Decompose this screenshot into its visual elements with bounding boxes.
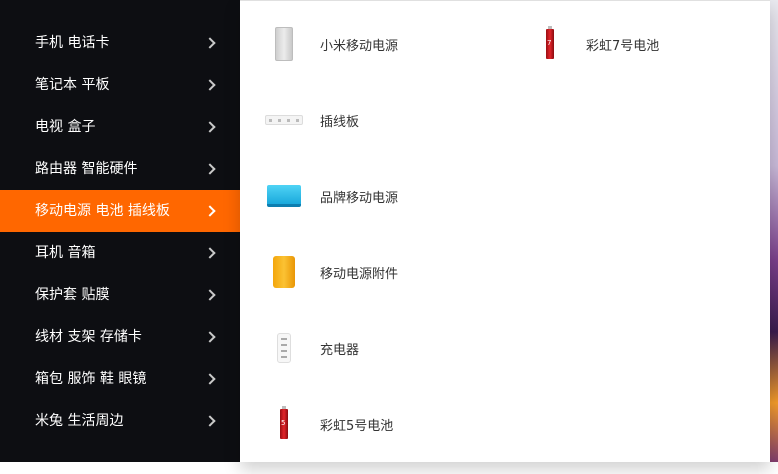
product-label: 移动电源附件 [320, 266, 399, 282]
category-label: 米兔 生活周边 [35, 413, 124, 429]
product-label: 小米移动电源 [320, 38, 399, 54]
battery-badge: 5 [281, 419, 286, 427]
page-background [770, 0, 778, 474]
category-label: 笔记本 平板 [35, 77, 110, 93]
category-item-routers[interactable]: 路由器 智能硬件 [0, 148, 240, 190]
category-label: 线材 支架 存储卡 [35, 329, 142, 345]
battery-red-5-icon: 5 [264, 404, 304, 444]
category-item-cables[interactable]: 线材 支架 存储卡 [0, 316, 240, 358]
product-link-brand-power-bank[interactable]: 品牌移动电源 [264, 176, 398, 216]
category-item-bags[interactable]: 箱包 服饰 鞋 眼镜 [0, 358, 240, 400]
product-label: 充电器 [320, 342, 360, 358]
charger-icon [264, 328, 304, 368]
chevron-right-icon [204, 289, 216, 301]
category-label: 箱包 服饰 鞋 眼镜 [35, 371, 147, 387]
category-label: 手机 电话卡 [35, 35, 110, 51]
category-item-lifestyle[interactable]: 米兔 生活周边 [0, 400, 240, 442]
category-label: 电视 盒子 [35, 119, 96, 135]
battery-red-7-icon: 7 [530, 24, 570, 64]
chevron-right-icon [204, 415, 216, 427]
product-link-aa-battery[interactable]: 7 彩虹7号电池 [530, 24, 659, 64]
subcategory-panel: 小米移动电源 7 彩虹7号电池 插线板 品牌移动电源 移动电源附件 充电器 5 … [240, 0, 770, 462]
category-item-tv[interactable]: 电视 盒子 [0, 106, 240, 148]
chevron-right-icon [204, 247, 216, 259]
page-background-bottom [0, 462, 778, 474]
product-link-charger[interactable]: 充电器 [264, 328, 359, 368]
chevron-right-icon [204, 37, 216, 49]
product-label: 品牌移动电源 [320, 190, 399, 206]
power-bank-orange-icon [264, 252, 304, 292]
category-label: 耳机 音箱 [35, 245, 96, 261]
product-link-mi-power-bank[interactable]: 小米移动电源 [264, 24, 398, 64]
product-link-power-bank-accessories[interactable]: 移动电源附件 [264, 252, 398, 292]
category-label: 路由器 智能硬件 [35, 161, 138, 177]
chevron-right-icon [204, 79, 216, 91]
category-label: 保护套 贴膜 [35, 287, 110, 303]
product-link-aaa-battery[interactable]: 5 彩虹5号电池 [264, 404, 393, 444]
product-label: 彩虹7号电池 [586, 38, 660, 54]
battery-badge: 7 [547, 39, 552, 47]
chevron-right-icon [204, 373, 216, 385]
chevron-right-icon [204, 205, 216, 217]
category-item-laptops[interactable]: 笔记本 平板 [0, 64, 240, 106]
category-sidebar: 手机 电话卡 笔记本 平板 电视 盒子 路由器 智能硬件 移动电源 电池 插线板… [0, 0, 240, 462]
power-bank-blue-icon [264, 176, 304, 216]
product-link-power-strip[interactable]: 插线板 [264, 100, 359, 140]
category-label: 移动电源 电池 插线板 [35, 203, 170, 219]
category-item-phones[interactable]: 手机 电话卡 [0, 22, 240, 64]
category-item-power[interactable]: 移动电源 电池 插线板 [0, 190, 240, 232]
chevron-right-icon [204, 331, 216, 343]
chevron-right-icon [204, 121, 216, 133]
product-label: 插线板 [320, 114, 360, 130]
power-strip-icon [264, 100, 304, 140]
product-label: 彩虹5号电池 [320, 418, 394, 434]
category-item-audio[interactable]: 耳机 音箱 [0, 232, 240, 274]
power-bank-silver-icon [264, 24, 304, 64]
category-item-cases[interactable]: 保护套 贴膜 [0, 274, 240, 316]
chevron-right-icon [204, 163, 216, 175]
